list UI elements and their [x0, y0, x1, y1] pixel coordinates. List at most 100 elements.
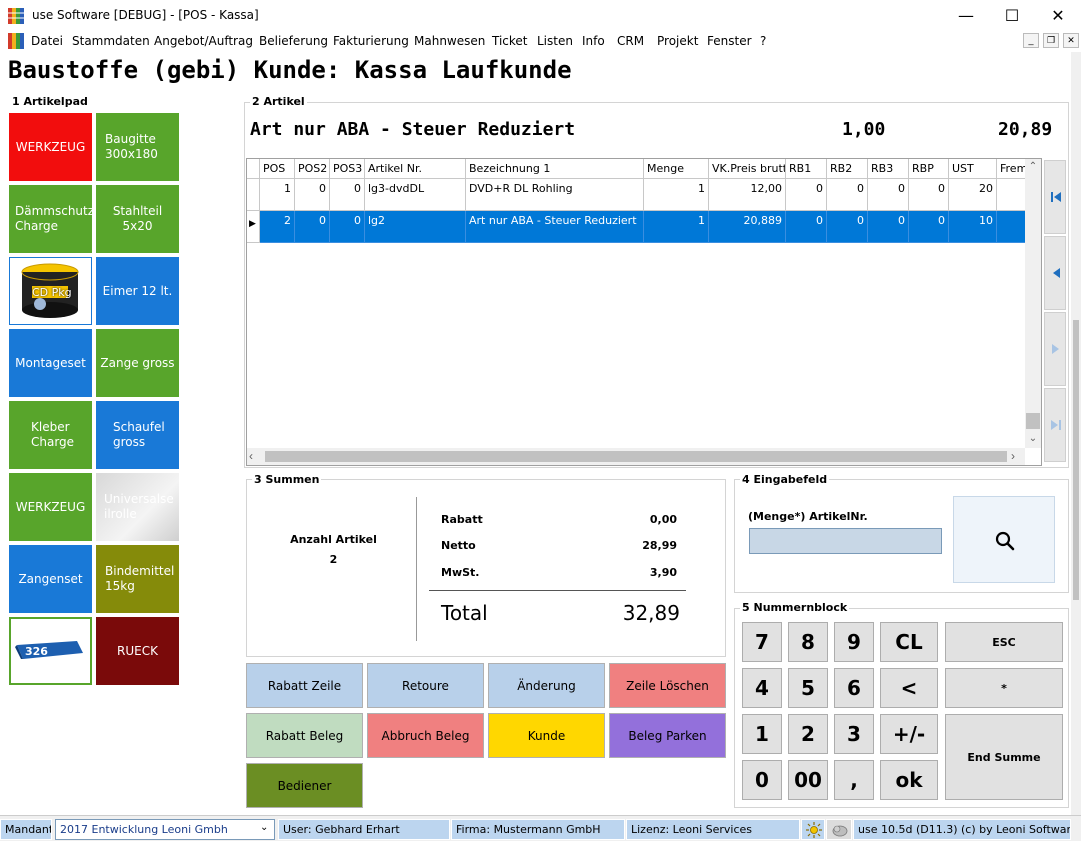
grid-horizontal-scrollbar[interactable]: ‹ › [247, 448, 1025, 465]
cell-vkpreis[interactable]: 20,889 [709, 211, 786, 243]
tile-baugitte[interactable]: Baugitte 300x180 [96, 113, 179, 181]
article-grid[interactable]: POS POS2 POS3 Artikel Nr. Bezeichnung 1 … [246, 158, 1042, 466]
scroll-down-icon[interactable]: ⌄ [1025, 431, 1041, 447]
close-button[interactable]: ✕ [1035, 0, 1081, 31]
col-header-frem[interactable]: Frem [997, 159, 1025, 179]
window-scrollbar[interactable] [1071, 52, 1081, 815]
col-header-ust[interactable]: UST [949, 159, 997, 179]
col-header-artikelnr[interactable]: Artikel Nr. [365, 159, 466, 179]
col-header-rb3[interactable]: RB3 [868, 159, 909, 179]
key-4[interactable]: 4 [742, 668, 782, 708]
row-selector[interactable] [247, 179, 260, 211]
mandant-select[interactable]: 2017 Entwicklung Leoni Gmbh ⌄ [55, 819, 275, 840]
cell-ust[interactable]: 20 [949, 179, 997, 211]
cell-bezeichnung[interactable]: DVD+R DL Rohling [466, 179, 644, 211]
cell-bezeichnung[interactable]: Art nur ABA - Steuer Reduziert [466, 211, 644, 243]
key-1[interactable]: 1 [742, 714, 782, 754]
vertical-scroll-thumb[interactable] [1026, 413, 1040, 429]
key-2[interactable]: 2 [788, 714, 828, 754]
cell-rb1[interactable]: 0 [786, 211, 827, 243]
nav-last-button[interactable] [1044, 388, 1066, 462]
status-cloud-icon[interactable] [826, 819, 852, 840]
scroll-right-icon[interactable]: › [1011, 448, 1025, 465]
artikelnr-input[interactable] [749, 528, 942, 554]
tile-kleber-charge[interactable]: Kleber Charge [9, 401, 92, 469]
search-button[interactable] [953, 496, 1055, 583]
tile-eimer[interactable]: Eimer 12 lt. [96, 257, 179, 325]
menu-info[interactable]: Info [582, 34, 605, 48]
tile-daemmschutz[interactable]: Dämmschutz Charge [9, 185, 94, 253]
col-header-rb1[interactable]: RB1 [786, 159, 827, 179]
retoure-button[interactable]: Retoure [367, 663, 484, 708]
cell-rb2[interactable]: 0 [827, 179, 868, 211]
tile-toner-326[interactable]: 326 [9, 617, 92, 685]
col-header-vkpreis[interactable]: VK.Preis brutto [709, 159, 786, 179]
col-header-pos3[interactable]: POS3 [330, 159, 365, 179]
mdi-close-button[interactable]: ✕ [1063, 33, 1079, 48]
tile-cd-pkg[interactable]: CD Pkg [9, 257, 92, 325]
window-scroll-thumb[interactable] [1073, 320, 1079, 600]
cell-ust[interactable]: 10 [949, 211, 997, 243]
scroll-up-icon[interactable]: ⌃ [1025, 159, 1041, 175]
menu-fakturierung[interactable]: Fakturierung [333, 34, 409, 48]
col-header-pos[interactable]: POS [260, 159, 295, 179]
cell-pos3[interactable]: 0 [330, 179, 365, 211]
cell-artikelnr[interactable]: lg2 [365, 211, 466, 243]
bediener-button[interactable]: Bediener [246, 763, 363, 808]
tile-rueck[interactable]: RUECK [96, 617, 179, 685]
horizontal-scroll-thumb[interactable] [265, 451, 1007, 462]
minimize-button[interactable]: — [943, 0, 989, 31]
key-3[interactable]: 3 [834, 714, 874, 754]
beleg-parken-button[interactable]: Beleg Parken [609, 713, 726, 758]
menu-mahnwesen[interactable]: Mahnwesen [414, 34, 485, 48]
menu-help[interactable]: ? [760, 34, 766, 48]
cell-pos[interactable]: 2 [260, 211, 295, 243]
cell-frem[interactable] [997, 179, 1025, 211]
status-sun-icon[interactable] [801, 819, 825, 840]
key-8[interactable]: 8 [788, 622, 828, 662]
mdi-restore-button[interactable]: ❐ [1043, 33, 1059, 48]
menu-belieferung[interactable]: Belieferung [259, 34, 328, 48]
tile-zangenset[interactable]: Zangenset [9, 545, 92, 613]
maximize-button[interactable]: ☐ [989, 0, 1035, 31]
key-ok[interactable]: ok [880, 760, 938, 800]
tile-schaufel-gross[interactable]: Schaufel gross [96, 401, 179, 469]
tile-zange-gross[interactable]: Zange gross [96, 329, 179, 397]
esc-button[interactable]: ESC [945, 622, 1063, 662]
col-header-menge[interactable]: Menge [644, 159, 709, 179]
rabatt-zeile-button[interactable]: Rabatt Zeile [246, 663, 363, 708]
cell-pos3[interactable]: 0 [330, 211, 365, 243]
cell-artikelnr[interactable]: lg3-dvdDL [365, 179, 466, 211]
cell-menge[interactable]: 1 [644, 179, 709, 211]
key-plus-minus[interactable]: +/- [880, 714, 938, 754]
tile-stahlteil[interactable]: Stahlteil 5x20 [96, 185, 179, 253]
tile-montageset[interactable]: Montageset [9, 329, 92, 397]
key-clear[interactable]: CL [880, 622, 938, 662]
tile-universalseilrolle[interactable]: Universalseilrolle [96, 473, 179, 541]
col-header-rbp[interactable]: RBP [909, 159, 949, 179]
grid-vertical-scrollbar[interactable]: ⌃ ⌄ [1025, 159, 1041, 448]
cell-frem[interactable] [997, 211, 1025, 243]
key-7[interactable]: 7 [742, 622, 782, 662]
col-header-pos2[interactable]: POS2 [295, 159, 330, 179]
tile-werkzeug-green[interactable]: WERKZEUG [9, 473, 92, 541]
scroll-left-icon[interactable]: ‹ [249, 448, 263, 465]
cell-pos[interactable]: 1 [260, 179, 295, 211]
tile-werkzeug-red[interactable]: WERKZEUG [9, 113, 92, 181]
cell-menge[interactable]: 1 [644, 211, 709, 243]
menu-datei[interactable]: Datei [31, 34, 63, 48]
cell-rb2[interactable]: 0 [827, 211, 868, 243]
cell-rb1[interactable]: 0 [786, 179, 827, 211]
key-6[interactable]: 6 [834, 668, 874, 708]
cell-rbp[interactable]: 0 [909, 211, 949, 243]
col-header-rb2[interactable]: RB2 [827, 159, 868, 179]
menu-crm[interactable]: CRM [617, 34, 644, 48]
nav-first-button[interactable] [1044, 160, 1066, 234]
key-5[interactable]: 5 [788, 668, 828, 708]
aenderung-button[interactable]: Änderung [488, 663, 605, 708]
menu-ticket[interactable]: Ticket [492, 34, 528, 48]
key-9[interactable]: 9 [834, 622, 874, 662]
menu-fenster[interactable]: Fenster [707, 34, 752, 48]
cell-rb3[interactable]: 0 [868, 211, 909, 243]
nav-prev-button[interactable] [1044, 236, 1066, 310]
